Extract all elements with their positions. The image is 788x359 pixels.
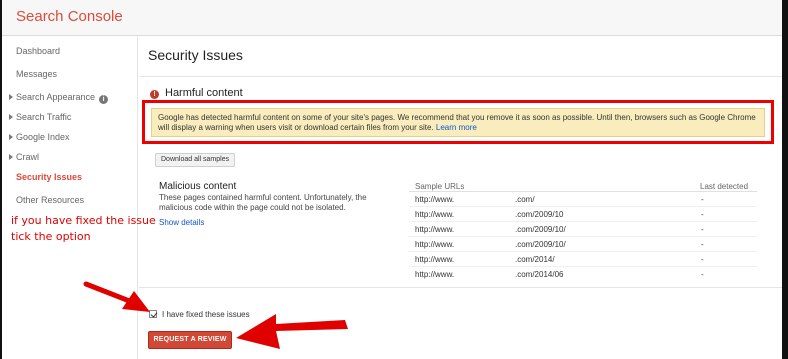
page-title: Security Issues: [148, 47, 243, 63]
download-all-samples-button[interactable]: Download all samples: [155, 153, 236, 167]
annotation-line: tick the option: [11, 230, 91, 243]
sidebar-item-label: Dashboard: [16, 46, 61, 56]
url-prefix[interactable]: http://www.: [415, 270, 454, 279]
sidebar-item-other-resources[interactable]: Other Resources: [16, 195, 84, 205]
annotation-line: if you have fixed the issue: [11, 214, 156, 227]
sidebar-item-label: Search Traffic: [16, 112, 72, 122]
row-divider: [409, 221, 757, 222]
column-header-last-detected: Last detected: [700, 182, 749, 191]
sidebar: Dashboard Messages Search Appearance i Se…: [2, 36, 138, 359]
app-brand[interactable]: Search Console: [16, 8, 123, 25]
url-suffix[interactable]: .com/2009/10/: [515, 225, 566, 234]
last-detected: -: [701, 270, 704, 279]
checkbox-checked-icon[interactable]: [149, 310, 157, 318]
checkbox-label: I have fixed these issues: [162, 310, 250, 319]
sidebar-item-label: Security Issues: [16, 172, 83, 182]
top-bar: Search Console: [2, 0, 782, 36]
expand-arrow-icon: [9, 154, 13, 160]
row-divider: [409, 206, 757, 207]
window-frame-right: [782, 0, 788, 359]
sidebar-item-label: Crawl: [16, 152, 40, 162]
table-row: http://www. .com/2014/ -: [409, 253, 757, 267]
url-prefix[interactable]: http://www.: [415, 240, 454, 249]
last-detected: -: [701, 195, 704, 204]
row-divider: [409, 266, 757, 267]
url-suffix[interactable]: .com/2009/10: [515, 210, 563, 219]
divider: [139, 76, 782, 77]
expand-arrow-icon: [9, 114, 13, 120]
annotation-text: if you have fixed the issue tick the opt…: [11, 213, 211, 245]
table-row: http://www. .com/2009/10/ -: [409, 238, 757, 252]
sidebar-item-label: Other Resources: [16, 195, 85, 205]
issue-title: Malicious content: [159, 181, 237, 192]
column-header-sample-urls: Sample URLs: [415, 182, 465, 191]
sidebar-item-search-appearance[interactable]: Search Appearance i: [9, 92, 109, 104]
table-row: http://www. .com/ -: [409, 193, 757, 207]
url-prefix[interactable]: http://www.: [415, 195, 454, 204]
warning-icon: !: [150, 90, 159, 99]
sidebar-item-label: Messages: [16, 69, 58, 79]
sidebar-item-messages[interactable]: Messages: [16, 69, 57, 79]
sidebar-item-label: Google Index: [16, 132, 70, 142]
section-heading: ! Harmful content: [150, 87, 243, 99]
url-suffix[interactable]: .com/2014/06: [515, 270, 563, 279]
sidebar-item-google-index[interactable]: Google Index: [9, 132, 70, 142]
sidebar-item-crawl[interactable]: Crawl: [9, 152, 39, 162]
url-prefix[interactable]: http://www.: [415, 210, 454, 219]
sidebar-item-label: Search Appearance: [16, 92, 96, 102]
table-header-divider: [409, 191, 757, 192]
section-heading-label: Harmful content: [165, 87, 243, 99]
url-suffix[interactable]: .com/2014/: [515, 255, 555, 264]
last-detected: -: [701, 210, 704, 219]
table-row: http://www. .com/2014/06 -: [409, 268, 757, 282]
url-prefix[interactable]: http://www.: [415, 255, 454, 264]
row-divider: [409, 251, 757, 252]
last-detected: -: [701, 240, 704, 249]
issue-description: These pages contained harmful content. U…: [159, 193, 367, 212]
expand-arrow-icon: [9, 134, 13, 140]
sidebar-item-dashboard[interactable]: Dashboard: [16, 46, 60, 56]
last-detected: -: [701, 225, 704, 234]
expand-arrow-icon: [9, 94, 13, 100]
harmful-content-alert: Google has detected harmful content on s…: [151, 108, 765, 137]
last-detected: -: [701, 255, 704, 264]
table-row: http://www. .com/2009/10/ -: [409, 223, 757, 237]
learn-more-link[interactable]: Learn more: [436, 123, 477, 132]
sidebar-item-security-issues[interactable]: Security Issues: [16, 172, 82, 182]
fixed-issues-checkbox[interactable]: I have fixed these issues: [149, 310, 250, 319]
url-suffix[interactable]: .com/: [515, 195, 535, 204]
url-prefix[interactable]: http://www.: [415, 225, 454, 234]
table-row: http://www. .com/2009/10 -: [409, 208, 757, 222]
help-icon[interactable]: i: [99, 95, 109, 104]
url-suffix[interactable]: .com/2009/10/: [515, 240, 566, 249]
request-review-button[interactable]: REQUEST A REVIEW: [148, 331, 232, 349]
row-divider: [409, 236, 757, 237]
divider: [139, 287, 782, 288]
sidebar-item-search-traffic[interactable]: Search Traffic: [9, 112, 71, 122]
